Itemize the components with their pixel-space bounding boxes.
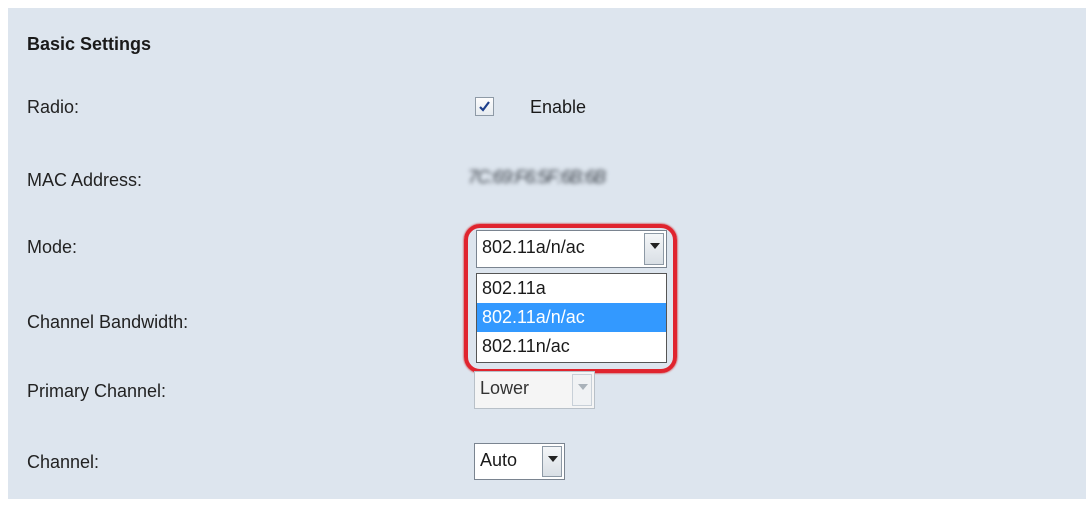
primary-channel-value: Lower	[480, 378, 530, 398]
chevron-down-icon	[572, 374, 592, 406]
radio-label: Radio:	[27, 97, 80, 117]
channel-select-value: Auto	[480, 450, 518, 470]
highlight-annotation	[464, 224, 677, 373]
section-title: Basic Settings	[27, 34, 152, 54]
channel-label: Channel:	[27, 452, 100, 472]
chevron-down-icon[interactable]	[542, 446, 562, 477]
mac-address-value: 7C:69:F6:5F:6B:6B	[468, 167, 606, 187]
mac-address-label: MAC Address:	[27, 170, 143, 190]
radio-enable-label[interactable]: Enable	[530, 97, 586, 118]
channel-select[interactable]: Auto	[474, 443, 565, 480]
mode-label: Mode:	[27, 237, 78, 257]
radio-enable-checkbox[interactable]	[475, 97, 494, 116]
channel-bandwidth-label: Channel Bandwidth:	[27, 312, 189, 332]
primary-channel-label: Primary Channel:	[27, 381, 167, 401]
primary-channel-select[interactable]: Lower	[474, 371, 595, 409]
check-icon	[479, 101, 490, 112]
